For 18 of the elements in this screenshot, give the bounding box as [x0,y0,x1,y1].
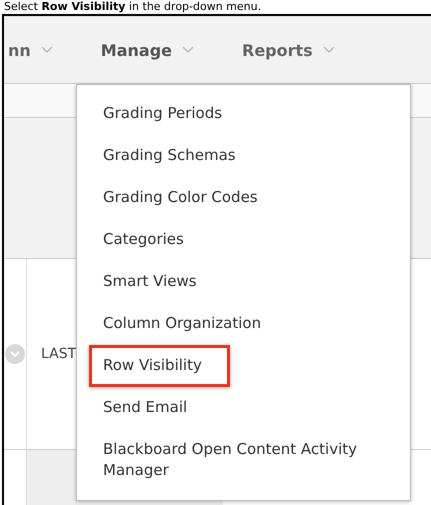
menu-item[interactable]: Blackboard Open Content Activity Manager [89,429,398,492]
nav-menu[interactable]: Reports [242,40,335,60]
caption: Select Row Visibility in the drop-down menu. [3,0,262,14]
column-header[interactable]: LAST [41,346,76,362]
chevron-down-icon [40,46,53,54]
nav-menu[interactable]: nn [8,40,53,60]
menu-item[interactable]: Send Email [89,387,398,429]
menu-item[interactable]: Grading Color Codes [89,177,398,219]
menu-item[interactable]: Row Visibility [89,345,230,387]
menu-item[interactable]: Column Organization [89,303,398,345]
menu-item[interactable]: Grading Periods [89,93,398,135]
menu-item[interactable]: Categories [89,219,398,261]
chevron-circle-icon[interactable] [5,344,25,364]
chevron-down-icon [182,46,194,54]
menu-item[interactable]: Smart Views [89,261,398,303]
nav-menu[interactable]: Manage [100,40,194,60]
chevron-down-icon [322,46,335,54]
menu-item[interactable]: Grading Schemas [89,135,398,177]
